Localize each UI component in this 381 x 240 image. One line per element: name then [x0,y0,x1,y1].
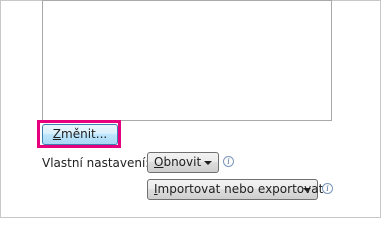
info-icon[interactable]: i [223,156,234,167]
dialog-panel: Změnit... Vlastní nastavení: Obnovit i I… [0,0,381,218]
change-button-label: měnit... [61,127,108,141]
import-export-button-label: mportovat nebo exportovat [157,182,324,196]
chevron-down-icon [303,188,311,192]
import-export-dropdown-button[interactable]: Importovat nebo exportovat [147,179,323,200]
reset-button-label: bnovit [163,155,202,169]
info-icon[interactable]: i [322,183,333,194]
ribbon-list-box[interactable] [42,0,332,121]
change-button[interactable]: Změnit... [42,124,118,145]
change-button-accesskey: Z [52,127,62,141]
custom-settings-label: Vlastní nastavení: [42,156,150,170]
chevron-down-icon [204,161,212,165]
reset-dropdown-button[interactable]: Obnovit [147,152,219,173]
